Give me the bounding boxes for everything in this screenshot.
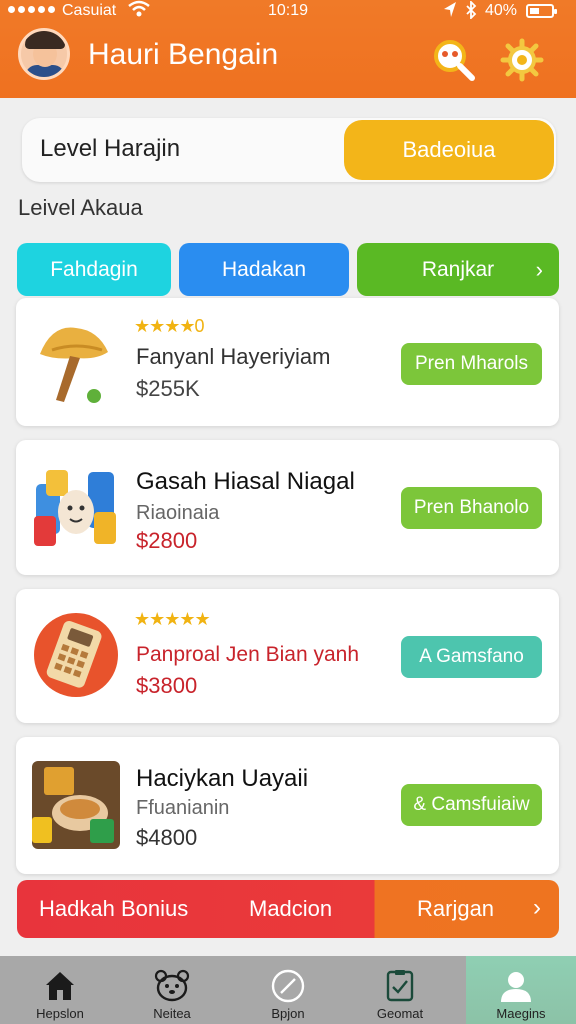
product-price: $2800 <box>136 528 198 553</box>
banner-middle-label: Madcion <box>249 896 333 921</box>
location-icon <box>442 1 458 24</box>
signal-icon <box>8 6 55 13</box>
product-name: Gasah Hiasal Niagal <box>136 468 355 495</box>
nav-item-bear[interactable]: Neitea <box>122 956 222 1024</box>
product-card[interactable]: ★★★★★ Panproal Jen Bian yanh $3800 A Gam… <box>16 589 559 723</box>
product-price: $3800 <box>136 673 198 698</box>
tab-3[interactable]: Ranjkar › <box>357 243 559 296</box>
nav-label: Maegins <box>496 1006 546 1021</box>
battery-icon <box>526 4 557 18</box>
nav-item-profile[interactable]: Maegins <box>466 956 576 1024</box>
clipboard-icon <box>386 970 414 1002</box>
bluetooth-icon <box>465 0 477 24</box>
product-name: Panproal Jen Bian yanh <box>136 643 359 666</box>
product-subtitle: Ffuanianin <box>136 797 230 819</box>
tab-label: Hadakan <box>221 258 307 281</box>
nav-item-compass[interactable]: Bpjon <box>238 956 338 1024</box>
level-bar: Level Harajin Badeoiua <box>22 118 556 182</box>
nav-label: Bpjon <box>271 1006 305 1021</box>
page-title: Hauri Bengain <box>88 38 279 71</box>
product-card[interactable]: ★★★★0 Fanyanl Hayeriyiam $255K Pren Mhar… <box>16 298 559 426</box>
product-name: Fanyanl Hayeriyiam <box>136 344 331 369</box>
app-header: Casuiat 10:19 40% Hauri Bengain <box>0 0 576 98</box>
chevron-right-icon: › <box>535 257 543 282</box>
product-card[interactable]: Haciykan Uayaii Ffuanianin $4800 & Camsf… <box>16 737 559 874</box>
rating-stars: ★★★★★ <box>134 609 211 629</box>
search-icon[interactable] <box>432 38 476 82</box>
wifi-icon <box>128 0 150 23</box>
product-price: $255K <box>136 376 200 401</box>
tab-2[interactable]: Hadakan <box>179 243 349 296</box>
status-bar: Casuiat 10:19 40% <box>0 0 576 24</box>
banner-bonus-label: Hadkah Bonius <box>39 896 189 921</box>
profile-icon <box>501 972 531 1002</box>
product-action-button[interactable]: Pren Bhanolo <box>401 487 542 529</box>
level-button[interactable]: Badeoiua <box>344 120 554 180</box>
compass-icon <box>271 969 305 1003</box>
nav-label: Geomat <box>376 1006 424 1021</box>
product-subtitle: Riaoinaia <box>136 502 220 524</box>
nav-item-clipboard[interactable]: Geomat <box>350 956 450 1024</box>
level-label: Level Harajin <box>40 135 181 162</box>
banner-right-label: Rarjgan <box>417 896 495 921</box>
status-time: 10:19 <box>268 2 309 19</box>
nav-label: Hepslon <box>36 1006 84 1021</box>
bottom-nav: Hepslon Neitea Bpjon Geomat Maegins <box>0 956 576 1024</box>
rating-stars: ★★★★ <box>134 316 196 336</box>
product-image <box>32 761 120 849</box>
bear-icon <box>154 969 190 1002</box>
avatar[interactable] <box>18 28 70 80</box>
product-card[interactable]: Gasah Hiasal Niagal Riaoinaia $2800 Pren… <box>16 440 559 575</box>
product-image <box>32 316 120 404</box>
home-icon <box>46 972 74 1000</box>
product-action-button[interactable]: A Gamsfano <box>401 636 542 678</box>
tab-label: Fahdagin <box>50 258 138 281</box>
section-title: Leivel Akaua <box>18 195 143 220</box>
product-name: Haciykan Uayaii <box>136 765 309 792</box>
settings-icon[interactable] <box>500 38 544 82</box>
product-price: $4800 <box>136 825 198 850</box>
product-action-button[interactable]: Pren Mharols <box>401 343 542 385</box>
battery-percent: 40% <box>485 2 518 19</box>
tab-1[interactable]: Fahdagin <box>17 243 171 296</box>
product-image <box>32 464 120 552</box>
carrier-name: Casuiat <box>62 2 117 19</box>
tab-label: Ranjkar <box>421 258 495 281</box>
product-image <box>32 611 120 699</box>
nav-label: Neitea <box>153 1006 191 1021</box>
promo-banner[interactable]: Hadkah Bonius Madcion Rarjgan › <box>17 880 559 938</box>
rating-number: 0 <box>194 316 205 336</box>
product-action-button[interactable]: & Camsfuiaiw <box>401 784 542 826</box>
chevron-right-icon: › <box>533 894 541 921</box>
nav-item-home[interactable]: Hepslon <box>10 956 110 1024</box>
